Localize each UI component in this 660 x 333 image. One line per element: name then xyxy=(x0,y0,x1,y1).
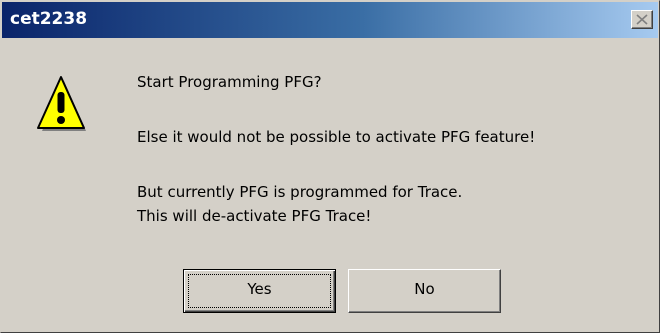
window-title: cet2238 xyxy=(10,9,88,29)
warning-icon xyxy=(33,74,89,138)
message-line-consequence: This will de-activate PFG Trace! xyxy=(137,207,372,225)
no-button[interactable]: No xyxy=(348,269,501,313)
title-bar[interactable]: cet2238 xyxy=(2,2,658,38)
message-line-question: Start Programming PFG? xyxy=(137,73,322,91)
message-line-explanation: Else it would not be possible to activat… xyxy=(137,128,536,146)
message-line-current-state: But currently PFG is programmed for Trac… xyxy=(137,183,463,201)
yes-button[interactable]: Yes xyxy=(183,269,336,313)
close-button[interactable] xyxy=(631,10,653,29)
message-dialog: cet2238 Start Programming PFG? Else it w… xyxy=(0,0,660,333)
no-button-label: No xyxy=(414,280,435,298)
yes-button-label: Yes xyxy=(247,280,272,298)
close-icon xyxy=(636,14,648,25)
